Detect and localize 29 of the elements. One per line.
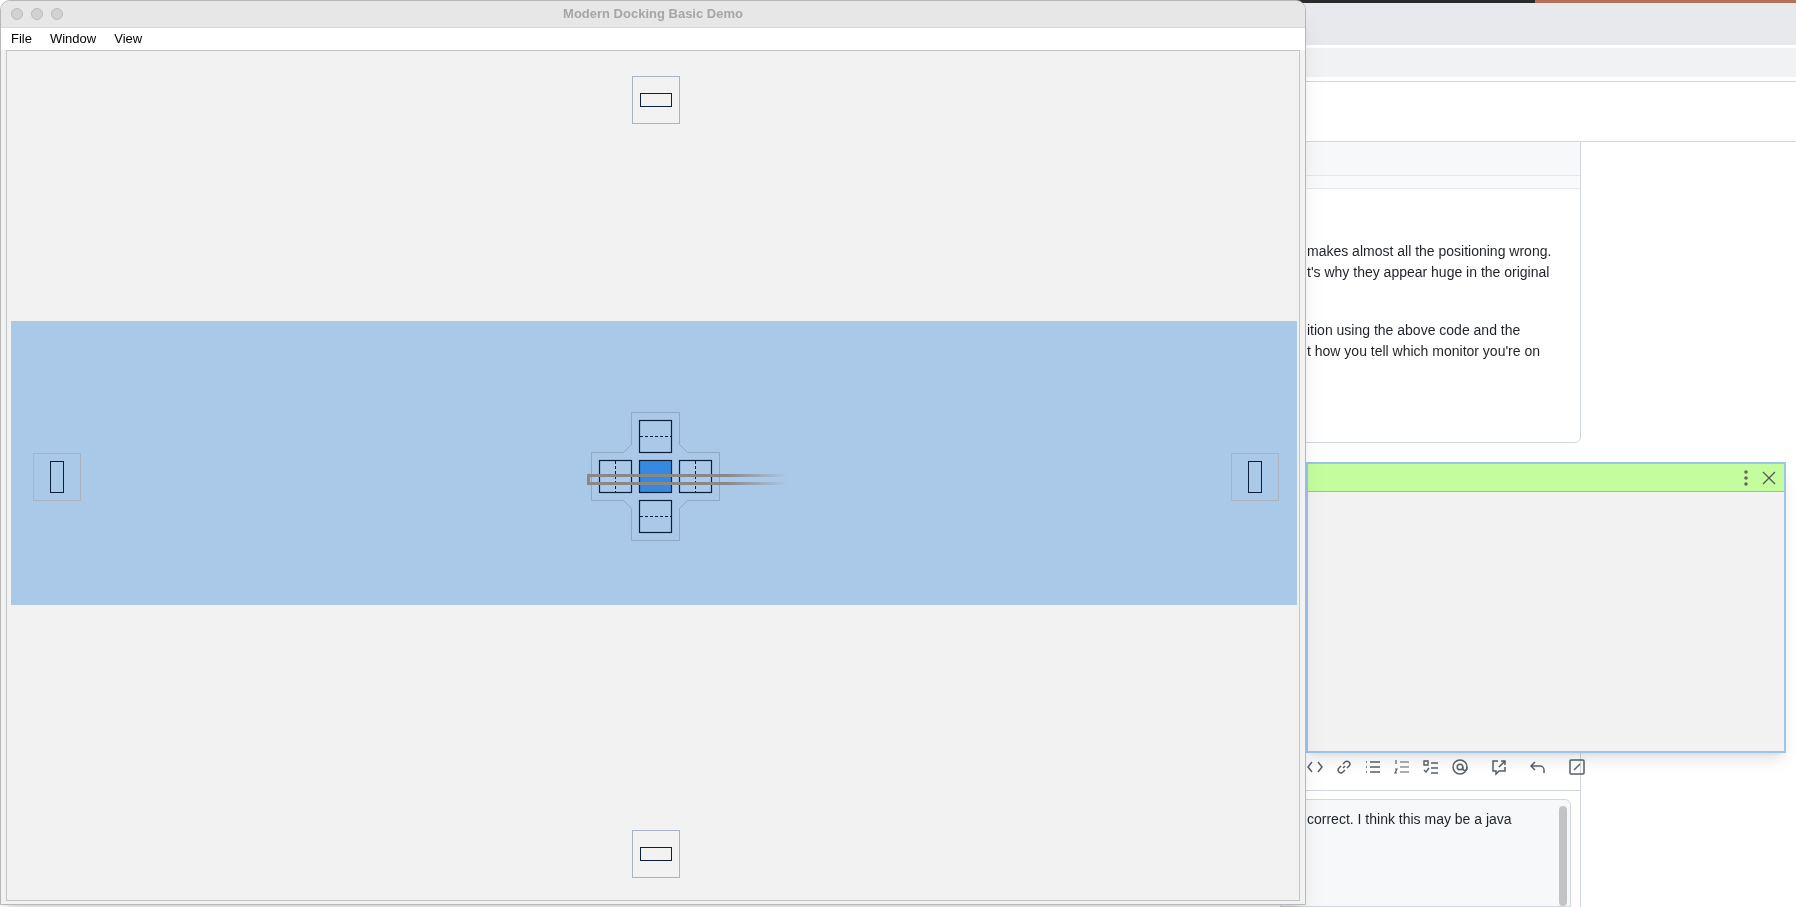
comment-text: makes almost all the positioning wrong. xyxy=(1307,242,1553,261)
speech-arrow-icon[interactable] xyxy=(1490,758,1508,776)
at-sign-icon[interactable] xyxy=(1451,758,1469,776)
close-icon[interactable] xyxy=(1762,470,1776,485)
dock-target[interactable] xyxy=(1231,453,1279,501)
dock-handle[interactable] xyxy=(638,419,673,454)
numbered-list-icon[interactable] xyxy=(1393,758,1411,776)
scrollbar[interactable] xyxy=(1559,806,1567,906)
comment-text: t how you tell which monitor you're on xyxy=(1307,342,1541,361)
edit-icon[interactable] xyxy=(1568,758,1586,776)
comment-editor[interactable]: correct. I think this may be a java xyxy=(1280,799,1571,907)
dock-handle[interactable] xyxy=(638,499,673,534)
editor-text: correct. I think this may be a java xyxy=(1307,810,1512,829)
dock-handle[interactable] xyxy=(598,459,633,494)
comment-text: ition using the above code and the xyxy=(1307,321,1522,340)
task-list-icon[interactable] xyxy=(1422,758,1440,776)
menu-item[interactable]: File xyxy=(11,29,32,49)
dock-target[interactable] xyxy=(632,830,680,878)
bullet-list-icon[interactable] xyxy=(1364,758,1382,776)
menu-item[interactable]: View xyxy=(114,29,143,49)
comment-text: t's why they appear huge in the original xyxy=(1307,263,1551,282)
dock-target[interactable] xyxy=(632,76,680,124)
link-icon[interactable] xyxy=(1335,758,1353,776)
dock-target[interactable] xyxy=(33,453,81,501)
dock-handle[interactable] xyxy=(678,459,713,494)
menu-item[interactable]: Window xyxy=(49,29,97,49)
window-title: Modern Docking Basic Demo xyxy=(563,5,743,24)
reply-icon[interactable] xyxy=(1529,758,1547,776)
more-icon[interactable] xyxy=(1744,469,1748,486)
